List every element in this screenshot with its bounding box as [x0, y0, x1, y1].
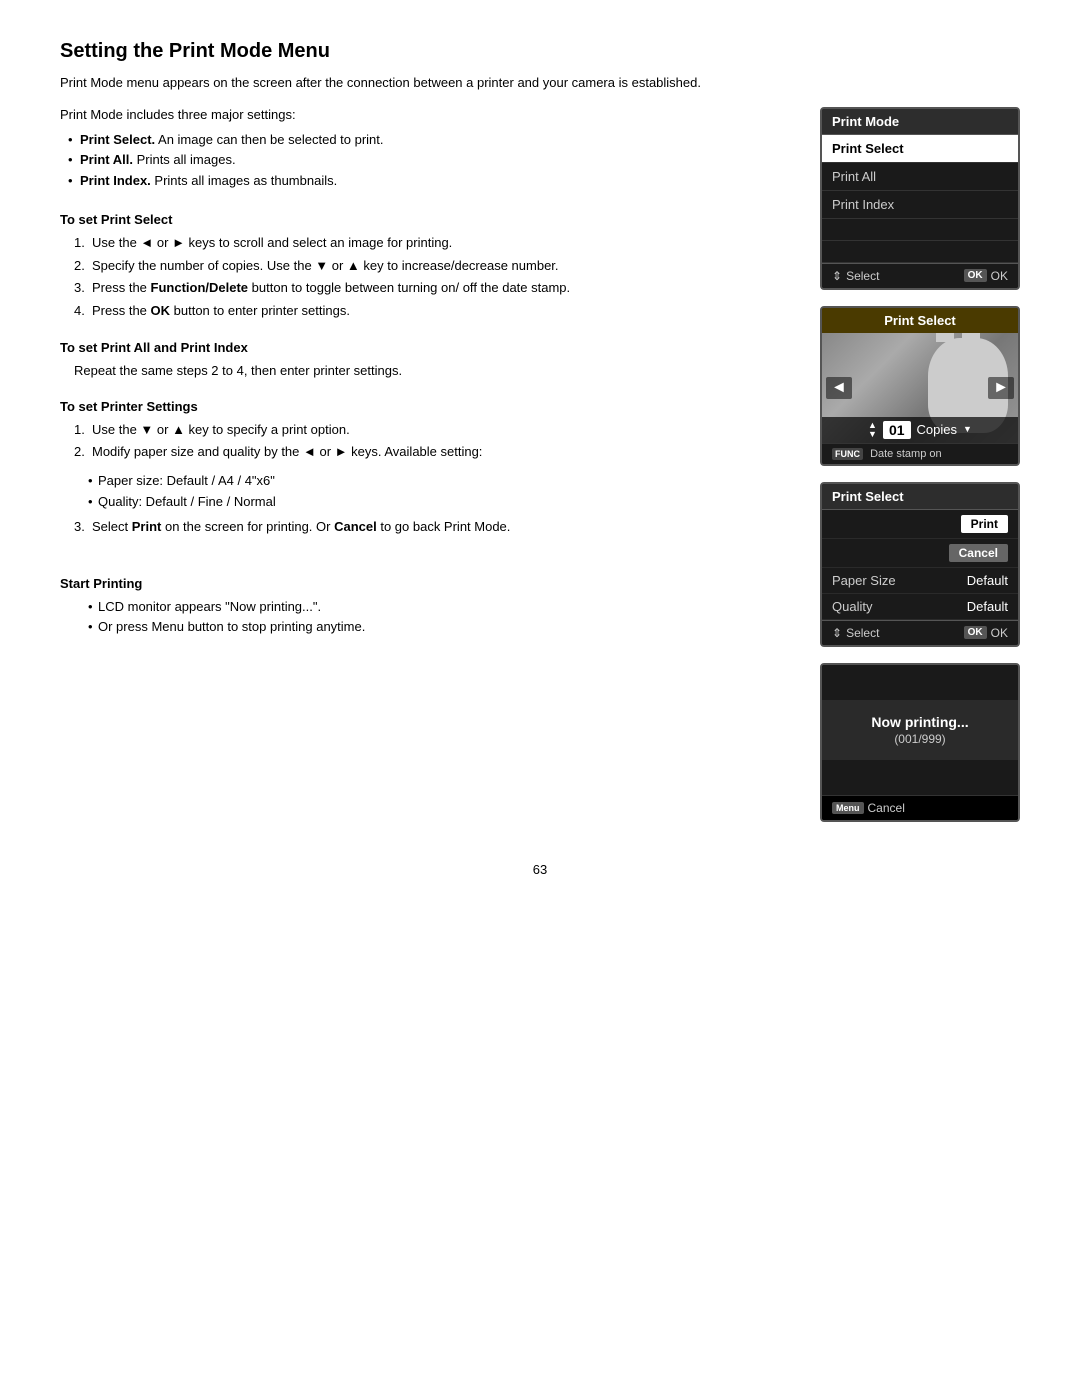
printer-settings-header: Print Select [822, 484, 1018, 510]
cancel-button-row: Cancel [822, 539, 1018, 568]
section-title-2: To set Print All and Print Index [60, 340, 790, 355]
cancel-button: Cancel [949, 544, 1008, 562]
print-mode-item-select: Print Select [822, 135, 1018, 163]
print-mode-item-empty2 [822, 241, 1018, 263]
now-printing-counter: (001/999) [832, 732, 1008, 746]
np-cancel-row: Menu Cancel [832, 801, 1008, 815]
updown-icon-2: ⇕ [832, 626, 842, 640]
np-top-area [822, 665, 1018, 700]
step-item: 4.Press the OK button to enter printer s… [74, 301, 790, 322]
list-item: Print Select. An image can then be selec… [70, 130, 790, 151]
print-select-image-panel: Print Select ◄ ► ▲ ▼ 01 Copies ▼ [820, 306, 1020, 466]
print-select-image-area: ◄ ► ▲ ▼ 01 Copies ▼ [822, 333, 1018, 443]
feature-text-3: Prints all images as thumbnails. [151, 173, 337, 188]
printer-settings-footer: ⇕ Select OK OK [822, 620, 1018, 645]
copies-label: Copies [917, 422, 957, 437]
section-title-3: To set Printer Settings [60, 399, 790, 414]
print-button-row: Print [822, 510, 1018, 539]
section-note-2: Repeat the same steps 2 to 4, then enter… [60, 361, 790, 381]
page-title: Setting the Print Mode Menu [60, 40, 1020, 63]
list-item: Or press Menu button to stop printing an… [88, 617, 790, 638]
updown-icon: ⇕ [832, 269, 842, 283]
date-stamp-bar: FUNC Date stamp on [822, 443, 1018, 464]
ok-badge-2: OK [964, 626, 987, 639]
np-footer: Menu Cancel [822, 795, 1018, 820]
footer-ok: OK OK [964, 269, 1008, 283]
step-item: 1.Use the ▼ or ▲ key to specify a print … [74, 420, 790, 441]
now-printing-text: Now printing... [832, 714, 1008, 730]
list-item: Print Index. Prints all images as thumbn… [70, 171, 790, 192]
paper-size-label: Paper Size [832, 573, 896, 588]
np-middle-area: Now printing... (001/999) [822, 700, 1018, 760]
feature-bold-3: Print Index. [80, 173, 151, 188]
print-mode-item-empty1 [822, 219, 1018, 241]
print-mode-footer: ⇕ Select OK OK [822, 263, 1018, 288]
nav-left-icon: ◄ [826, 377, 852, 399]
footer-ok-label: OK [991, 269, 1008, 283]
footer-select-2: ⇕ Select [832, 626, 879, 640]
section-title-1: To set Print Select [60, 212, 790, 227]
print-select-header: Print Select [822, 308, 1018, 333]
quality-label: Quality [832, 599, 872, 614]
includes-line: Print Mode includes three major settings… [60, 107, 790, 122]
stamp-label: Date stamp on [870, 448, 942, 460]
list-item: Quality: Default / Fine / Normal [88, 492, 790, 513]
print-mode-header: Print Mode [822, 109, 1018, 135]
print-mode-panel: Print Mode Print Select Print All Print … [820, 107, 1020, 290]
paper-size-value: Default [967, 573, 1008, 588]
footer-select: ⇕ Select [832, 269, 879, 283]
np-bottom-area [822, 760, 1018, 795]
step-item: 3.Press the Function/Delete button to to… [74, 278, 790, 299]
feature-text-1: An image can then be selected to print. [155, 132, 383, 147]
nav-right-icon: ► [988, 377, 1014, 399]
list-item: Print All. Prints all images. [70, 150, 790, 171]
right-column: Print Mode Print Select Print All Print … [820, 107, 1020, 822]
feature-bold-1: Print Select. [80, 132, 155, 147]
intro-text: Print Mode menu appears on the screen af… [60, 73, 1020, 93]
section-print-select: To set Print Select 1.Use the ◄ or ► key… [60, 212, 790, 322]
quality-value: Default [967, 599, 1008, 614]
page-number: 63 [60, 862, 1020, 877]
print-mode-item-all: Print All [822, 163, 1018, 191]
step-item: 1.Use the ◄ or ► keys to scroll and sele… [74, 233, 790, 254]
ok-badge: OK [964, 269, 987, 282]
footer-ok-2: OK OK [964, 626, 1008, 640]
features-list: Print Select. An image can then be selec… [60, 130, 790, 192]
section-printer-settings: To set Printer Settings 1.Use the ▼ or ▲… [60, 399, 790, 538]
copies-up-down-icon: ▲ ▼ [868, 421, 877, 439]
steps-list-1: 1.Use the ◄ or ► keys to scroll and sele… [60, 233, 790, 322]
extra-steps-3: 3.Select Print on the screen for printin… [60, 517, 790, 538]
footer-ok-label-2: OK [991, 626, 1008, 640]
sub-bullets-4: LCD monitor appears "Now printing...". O… [60, 597, 790, 639]
quality-row: Quality Default [822, 594, 1018, 620]
step-item: 2.Specify the number of copies. Use the … [74, 256, 790, 277]
list-item: Paper size: Default / A4 / 4"x6" [88, 471, 790, 492]
footer-select-label: Select [846, 269, 879, 283]
np-cancel-label: Cancel [868, 801, 905, 815]
copies-value: 01 [883, 421, 911, 439]
section-print-all: To set Print All and Print Index Repeat … [60, 340, 790, 381]
func-badge: FUNC [832, 448, 863, 460]
paper-size-row: Paper Size Default [822, 568, 1018, 594]
section-title-4: Start Printing [60, 576, 790, 591]
sub-bullets-3: Paper size: Default / A4 / 4"x6" Quality… [60, 471, 790, 513]
footer-select-label-2: Select [846, 626, 879, 640]
section-start-printing: Start Printing LCD monitor appears "Now … [60, 576, 790, 639]
list-item: LCD monitor appears "Now printing...". [88, 597, 790, 618]
print-mode-item-index: Print Index [822, 191, 1018, 219]
step-item: 2.Modify paper size and quality by the ◄… [74, 442, 790, 463]
menu-badge: Menu [832, 802, 864, 814]
now-printing-panel: Now printing... (001/999) Menu Cancel [820, 663, 1020, 822]
copies-bar: ▲ ▼ 01 Copies ▼ [822, 417, 1018, 443]
print-button: Print [961, 515, 1008, 533]
copies-down-icon: ▼ [963, 425, 972, 434]
feature-text-2: Prints all images. [133, 152, 236, 167]
steps-list-3: 1.Use the ▼ or ▲ key to specify a print … [60, 420, 790, 464]
step-item: 3.Select Print on the screen for printin… [74, 517, 790, 538]
printer-settings-panel: Print Select Print Cancel Paper Size Def… [820, 482, 1020, 647]
left-column: Print Mode includes three major settings… [60, 107, 790, 657]
feature-bold-2: Print All. [80, 152, 133, 167]
